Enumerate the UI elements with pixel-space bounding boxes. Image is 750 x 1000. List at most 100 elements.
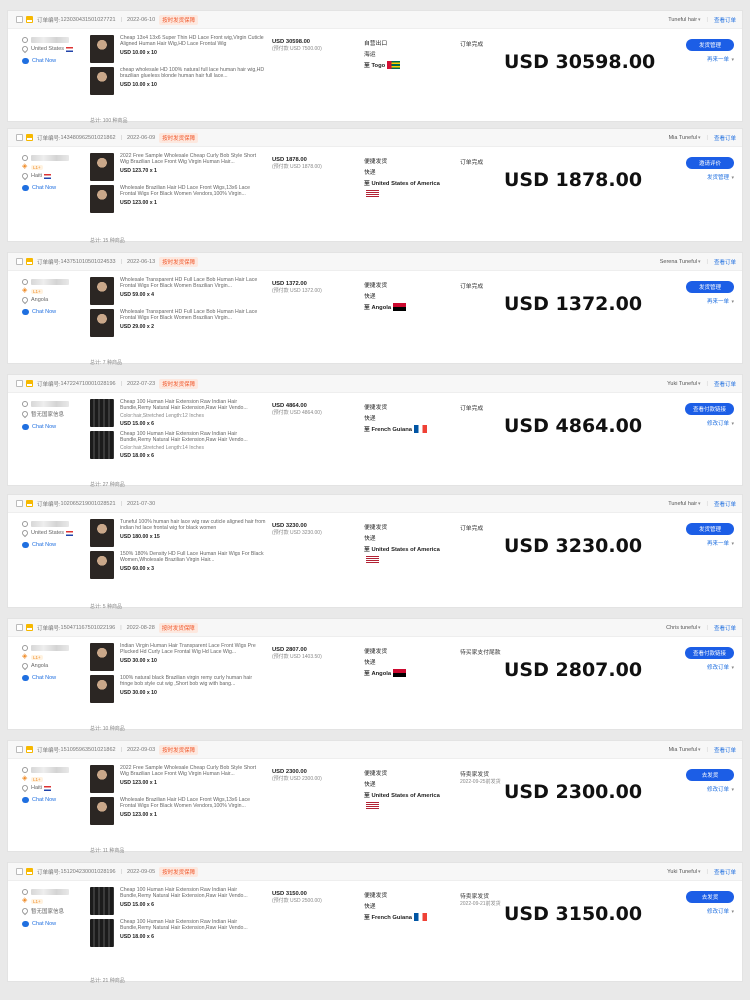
product-title[interactable]: Wholesale Brazilian Hair HD Lace Front W… bbox=[120, 797, 266, 810]
product-thumbnail[interactable] bbox=[90, 519, 114, 547]
product-thumbnail[interactable] bbox=[90, 765, 114, 793]
product-title[interactable]: 100% natural black Brazilian virgin remy… bbox=[120, 675, 266, 688]
primary-action-button[interactable]: 发货管理 bbox=[686, 39, 734, 51]
user-icon bbox=[22, 889, 28, 895]
product-item[interactable]: Cheap 100 Human Hair Extension Raw India… bbox=[90, 431, 266, 459]
product-title[interactable]: 2022 Free Sample Wholesale Cheap Curly B… bbox=[120, 765, 266, 778]
product-item[interactable]: Indian Virgin Human Hair Transparent Lac… bbox=[90, 643, 266, 671]
view-order-link[interactable]: 查看订单 bbox=[714, 868, 736, 876]
primary-action-button[interactable]: 邀请评价 bbox=[686, 157, 734, 169]
select-checkbox[interactable] bbox=[16, 624, 23, 631]
product-item[interactable]: 2022 Free Sample Wholesale Cheap Curly B… bbox=[90, 153, 266, 181]
product-thumbnail[interactable] bbox=[90, 185, 114, 213]
select-checkbox[interactable] bbox=[16, 134, 23, 141]
chat-now-button[interactable]: Chat Now bbox=[22, 185, 88, 191]
product-title[interactable]: Wholesale Brazilian Hair HD Lace Front W… bbox=[120, 185, 266, 198]
product-item[interactable]: Wholesale Transparent HD Full Lace Bob H… bbox=[90, 309, 266, 337]
chat-now-button[interactable]: Chat Now bbox=[22, 797, 88, 803]
product-thumbnail[interactable] bbox=[90, 643, 114, 671]
secondary-action-link[interactable]: 再来一单 ▾ bbox=[674, 55, 734, 63]
view-order-link[interactable]: 查看订单 bbox=[714, 380, 736, 388]
primary-action-button[interactable]: 查看付款链接 bbox=[684, 403, 734, 415]
secondary-action-link[interactable]: 再来一单 ▾ bbox=[674, 539, 734, 547]
product-item[interactable]: Cheap 13x4 13x6 Super Thin HD Lace Front… bbox=[90, 35, 266, 63]
secondary-action-link[interactable]: 修改订单 ▾ bbox=[674, 907, 734, 915]
select-checkbox[interactable] bbox=[16, 380, 23, 387]
view-order-link[interactable]: 查看订单 bbox=[714, 134, 736, 142]
product-item[interactable]: Cheap 100 Human Hair Extension Raw India… bbox=[90, 887, 266, 915]
product-thumbnail[interactable] bbox=[90, 919, 114, 947]
seller-name[interactable]: Mia Tuneful bbox=[669, 135, 697, 141]
select-checkbox[interactable] bbox=[16, 16, 23, 23]
seller-name[interactable]: Tuneful hair bbox=[668, 501, 697, 507]
product-title[interactable]: Cheap 100 Human Hair Extension Raw India… bbox=[120, 887, 266, 900]
product-title[interactable]: Tuneful 100% human hair lace wig raw cut… bbox=[120, 519, 266, 532]
product-item[interactable]: Cheap 100 Human Hair Extension Raw India… bbox=[90, 919, 266, 947]
secondary-action-link[interactable]: 修改订单 ▾ bbox=[674, 419, 734, 427]
secondary-action-link[interactable]: 修改订单 ▾ bbox=[674, 785, 734, 793]
view-order-link[interactable]: 查看订单 bbox=[714, 500, 736, 508]
view-order-link[interactable]: 查看订单 bbox=[714, 624, 736, 632]
select-checkbox[interactable] bbox=[16, 500, 23, 507]
product-title[interactable]: Wholesale Transparent HD Full Lace Bob H… bbox=[120, 277, 266, 290]
chat-now-button[interactable]: Chat Now bbox=[22, 921, 88, 927]
primary-action-button[interactable]: 发货管理 bbox=[686, 281, 734, 293]
product-title[interactable]: Cheap 100 Human Hair Extension Raw India… bbox=[120, 399, 266, 412]
product-item[interactable]: Wholesale Transparent HD Full Lace Bob H… bbox=[90, 277, 266, 305]
product-title[interactable]: Cheap 100 Human Hair Extension Raw India… bbox=[120, 919, 266, 932]
product-thumbnail[interactable] bbox=[90, 35, 114, 63]
secondary-action-link[interactable]: 修改订单 ▾ bbox=[674, 663, 734, 671]
product-thumbnail[interactable] bbox=[90, 309, 114, 337]
product-thumbnail[interactable] bbox=[90, 887, 114, 915]
seller-name[interactable]: Chris tuneful bbox=[666, 625, 697, 631]
product-item[interactable]: Wholesale Brazilian Hair HD Lace Front W… bbox=[90, 797, 266, 825]
product-title[interactable]: 150% 180% Density HD Full Lace Human Hai… bbox=[120, 551, 266, 564]
product-title[interactable]: 2022 Free Sample Wholesale Cheap Curly B… bbox=[120, 153, 266, 166]
seller-name[interactable]: Serena Tuneful bbox=[660, 259, 697, 265]
select-checkbox[interactable] bbox=[16, 746, 23, 753]
select-checkbox[interactable] bbox=[16, 258, 23, 265]
secondary-action-link[interactable]: 发货管理 ▾ bbox=[674, 173, 734, 181]
product-title[interactable]: Wholesale Transparent HD Full Lace Bob H… bbox=[120, 309, 266, 322]
primary-action-button[interactable]: 去发货 bbox=[686, 891, 734, 903]
select-checkbox[interactable] bbox=[16, 868, 23, 875]
chat-now-button[interactable]: Chat Now bbox=[22, 675, 88, 681]
product-item[interactable]: cheap wholesale HD 100% natural full lac… bbox=[90, 67, 266, 95]
product-thumbnail[interactable] bbox=[90, 797, 114, 825]
seller-name[interactable]: Mia Tuneful bbox=[669, 747, 697, 753]
chat-now-button[interactable]: Chat Now bbox=[22, 542, 88, 548]
secondary-action-link[interactable]: 再来一单 ▾ bbox=[674, 297, 734, 305]
product-thumbnail[interactable] bbox=[90, 153, 114, 181]
product-item[interactable]: Tuneful 100% human hair lace wig raw cut… bbox=[90, 519, 266, 547]
product-thumbnail[interactable] bbox=[90, 277, 114, 305]
product-thumbnail[interactable] bbox=[90, 431, 114, 459]
primary-action-button[interactable]: 去发货 bbox=[686, 769, 734, 781]
product-title[interactable]: cheap wholesale HD 100% natural full lac… bbox=[120, 67, 266, 80]
product-item[interactable]: Cheap 100 Human Hair Extension Raw India… bbox=[90, 399, 266, 427]
product-item[interactable]: 150% 180% Density HD Full Lace Human Hai… bbox=[90, 551, 266, 579]
view-order-link[interactable]: 查看订单 bbox=[714, 746, 736, 754]
seller-name[interactable]: Yuki Tuneful bbox=[667, 381, 697, 387]
chat-now-button[interactable]: Chat Now bbox=[22, 424, 88, 430]
chat-now-button[interactable]: Chat Now bbox=[22, 58, 88, 64]
product-title[interactable]: Cheap 13x4 13x6 Super Thin HD Lace Front… bbox=[120, 35, 266, 48]
product-thumbnail[interactable] bbox=[90, 399, 114, 427]
seller-name[interactable]: Tuneful hair bbox=[668, 17, 697, 23]
primary-action-button[interactable]: 发货管理 bbox=[686, 523, 734, 535]
country-flag-icon bbox=[66, 46, 74, 52]
view-order-link[interactable]: 查看订单 bbox=[714, 16, 736, 24]
product-item[interactable]: Wholesale Brazilian Hair HD Lace Front W… bbox=[90, 185, 266, 213]
product-item[interactable]: 2022 Free Sample Wholesale Cheap Curly B… bbox=[90, 765, 266, 793]
view-order-link[interactable]: 查看订单 bbox=[714, 258, 736, 266]
buyer-column: ◈ L1+ Angola Chat Now bbox=[20, 279, 88, 315]
primary-action-button[interactable]: 查看付款链接 bbox=[684, 647, 734, 659]
product-title[interactable]: Indian Virgin Human Hair Transparent Lac… bbox=[120, 643, 266, 656]
chat-now-button[interactable]: Chat Now bbox=[22, 309, 88, 315]
product-thumbnail[interactable] bbox=[90, 551, 114, 579]
divider: | bbox=[706, 501, 708, 507]
product-thumbnail[interactable] bbox=[90, 67, 114, 95]
product-title[interactable]: Cheap 100 Human Hair Extension Raw India… bbox=[120, 431, 266, 444]
seller-name[interactable]: Yuki Tuneful bbox=[667, 869, 697, 875]
product-thumbnail[interactable] bbox=[90, 675, 114, 703]
product-item[interactable]: 100% natural black Brazilian virgin remy… bbox=[90, 675, 266, 703]
